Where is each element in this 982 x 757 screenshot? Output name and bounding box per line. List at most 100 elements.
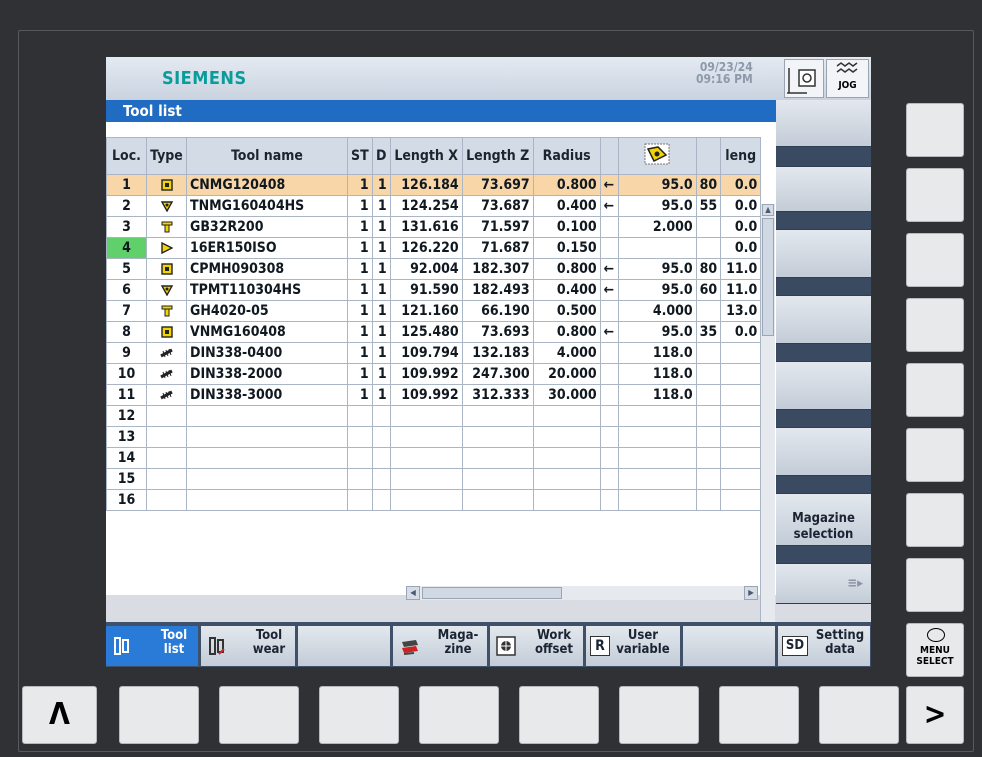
length-x-cell[interactable]: 126.184 xyxy=(389,174,463,196)
radius-cell[interactable]: 0.800 xyxy=(532,321,601,343)
table-row[interactable]: 7 GH4020-05 1 1 121.160 66.190 0.500 4.000 13.0 xyxy=(106,300,762,322)
recall-key[interactable]: Λ xyxy=(22,686,97,744)
length-z-cell[interactable]: 73.697 xyxy=(461,174,534,196)
st-cell[interactable]: 1 xyxy=(347,279,373,301)
tool-name-cell[interactable]: DIN338-0400 xyxy=(186,342,348,364)
d-cell[interactable]: 1 xyxy=(371,321,391,343)
d-cell[interactable]: 1 xyxy=(371,342,391,364)
type-cell[interactable] xyxy=(146,363,187,385)
col-radius[interactable]: Radius xyxy=(532,137,601,175)
tool-name-cell[interactable]: TNMG160404HS xyxy=(186,195,348,217)
insert-length-cell[interactable] xyxy=(720,426,762,448)
tool-name-cell[interactable]: 16ER150ISO xyxy=(186,237,348,259)
table-row[interactable]: 10 DIN338-2000 1 1 109.992 247.300 20.000 118.0 xyxy=(106,363,762,385)
insert-length-cell[interactable] xyxy=(720,384,762,406)
type-cell[interactable] xyxy=(146,447,187,469)
hw-softkey-4[interactable] xyxy=(419,686,499,744)
cut-direction-cell[interactable] xyxy=(599,363,619,385)
insert-length-cell[interactable]: 0.0 xyxy=(720,237,762,259)
holder-angle-cell[interactable] xyxy=(617,426,697,448)
length-x-cell[interactable]: 109.794 xyxy=(389,342,463,364)
insert-angle-cell[interactable] xyxy=(695,468,722,490)
holder-angle-cell[interactable]: 95.0 xyxy=(617,258,697,280)
d-cell[interactable]: 1 xyxy=(371,363,391,385)
loc-cell[interactable]: 16 xyxy=(106,489,147,511)
col-cut-direction[interactable] xyxy=(599,137,619,175)
radius-cell[interactable]: 0.800 xyxy=(532,258,601,280)
length-z-cell[interactable]: 312.333 xyxy=(461,384,534,406)
insert-length-cell[interactable] xyxy=(720,468,762,490)
length-x-cell[interactable]: 91.590 xyxy=(389,279,463,301)
magazine-selection-softkey[interactable]: Magazine selection xyxy=(776,494,871,546)
holder-angle-cell[interactable]: 95.0 xyxy=(617,279,697,301)
st-cell[interactable]: 1 xyxy=(347,300,373,322)
tool-name-cell[interactable]: VNMG160408 xyxy=(186,321,348,343)
radius-cell[interactable]: 0.400 xyxy=(532,195,601,217)
loc-cell[interactable]: 13 xyxy=(106,426,147,448)
type-cell[interactable] xyxy=(146,258,187,280)
col-length-z[interactable]: Length Z xyxy=(461,137,534,175)
length-x-cell[interactable]: 109.992 xyxy=(389,363,463,385)
hw-softkey-5[interactable] xyxy=(519,686,599,744)
tool-list-softkey[interactable]: Tool list xyxy=(106,626,199,666)
insert-angle-cell[interactable]: 80 xyxy=(695,174,722,196)
cut-direction-cell[interactable]: ← xyxy=(599,321,619,343)
length-x-cell[interactable] xyxy=(389,489,463,511)
length-x-cell[interactable]: 92.004 xyxy=(389,258,463,280)
insert-length-cell[interactable]: 13.0 xyxy=(720,300,762,322)
type-cell[interactable] xyxy=(146,279,187,301)
holder-angle-cell[interactable] xyxy=(617,447,697,469)
holder-angle-cell[interactable]: 118.0 xyxy=(617,342,697,364)
length-z-cell[interactable] xyxy=(461,426,534,448)
insert-angle-cell[interactable] xyxy=(695,342,722,364)
hw-softkey-7[interactable] xyxy=(719,686,799,744)
loc-cell[interactable]: 6 xyxy=(106,279,147,301)
radius-cell[interactable]: 0.800 xyxy=(532,174,601,196)
hw-vertical-key-5[interactable] xyxy=(906,363,964,417)
cut-direction-cell[interactable] xyxy=(599,300,619,322)
length-x-cell[interactable]: 125.480 xyxy=(389,321,463,343)
vsk-1[interactable] xyxy=(776,100,871,147)
col-insert-length[interactable]: leng xyxy=(720,137,762,175)
col-holder-angle[interactable] xyxy=(617,137,697,175)
radius-cell[interactable]: 20.000 xyxy=(532,363,601,385)
loc-cell[interactable]: 11 xyxy=(106,384,147,406)
holder-angle-cell[interactable] xyxy=(617,468,697,490)
d-cell[interactable]: 1 xyxy=(371,300,391,322)
tool-name-cell[interactable] xyxy=(186,489,348,511)
holder-angle-cell[interactable]: 2.000 xyxy=(617,216,697,238)
st-cell[interactable]: 1 xyxy=(347,384,373,406)
setting-data-softkey[interactable]: SD Setting data xyxy=(778,626,871,666)
insert-angle-cell[interactable] xyxy=(695,363,722,385)
tool-name-cell[interactable] xyxy=(186,447,348,469)
empty-softkey-3[interactable] xyxy=(298,626,391,666)
tool-name-cell[interactable]: DIN338-2000 xyxy=(186,363,348,385)
horizontal-scrollbar[interactable]: ◀ ▶ xyxy=(406,586,758,600)
radius-cell[interactable] xyxy=(532,426,601,448)
cut-direction-cell[interactable] xyxy=(599,405,619,427)
st-cell[interactable]: 1 xyxy=(347,258,373,280)
insert-angle-cell[interactable] xyxy=(695,300,722,322)
user-variable-softkey[interactable]: R User variable xyxy=(586,626,681,666)
length-x-cell[interactable]: 131.616 xyxy=(389,216,463,238)
hw-softkey-6[interactable] xyxy=(619,686,699,744)
tool-name-cell[interactable]: GB32R200 xyxy=(186,216,348,238)
type-cell[interactable] xyxy=(146,405,187,427)
length-z-cell[interactable]: 71.597 xyxy=(461,216,534,238)
holder-angle-cell[interactable]: 95.0 xyxy=(617,195,697,217)
loc-cell[interactable]: 8 xyxy=(106,321,147,343)
col-tool-name[interactable]: Tool name xyxy=(186,137,348,175)
col-st[interactable]: ST xyxy=(347,137,373,175)
d-cell[interactable] xyxy=(371,426,391,448)
cut-direction-cell[interactable] xyxy=(599,384,619,406)
cut-direction-cell[interactable] xyxy=(599,468,619,490)
table-row[interactable]: 9 DIN338-0400 1 1 109.794 132.183 4.000 118.0 xyxy=(106,342,762,364)
etc-key[interactable]: > xyxy=(906,686,964,744)
length-x-cell[interactable] xyxy=(389,426,463,448)
table-row[interactable]: 14 xyxy=(106,447,762,469)
loc-cell[interactable]: 3 xyxy=(106,216,147,238)
d-cell[interactable] xyxy=(371,405,391,427)
st-cell[interactable]: 1 xyxy=(347,216,373,238)
hw-vertical-key-4[interactable] xyxy=(906,298,964,352)
loc-cell[interactable]: 4 xyxy=(106,237,147,259)
